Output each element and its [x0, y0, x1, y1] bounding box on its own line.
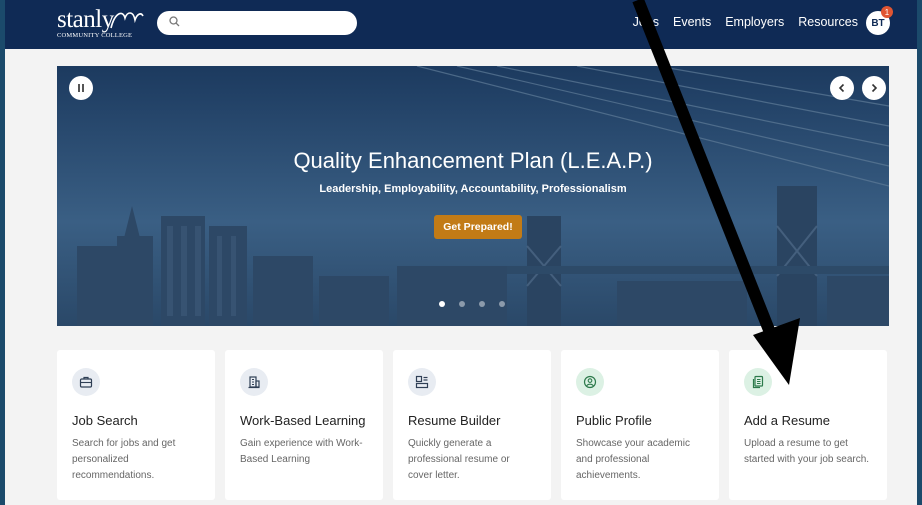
card-title: Resume Builder — [408, 413, 501, 428]
card-work-based-learning[interactable]: Work-Based Learning Gain experience with… — [225, 350, 383, 500]
card-title: Add a Resume — [744, 413, 830, 428]
card-description: Quickly generate a professional resume o… — [408, 438, 510, 481]
card-title: Job Search — [72, 413, 138, 428]
card-job-search[interactable]: Job Search Search for jobs and get perso… — [57, 350, 215, 500]
card-icon-wrap — [240, 368, 268, 396]
profile-icon — [583, 375, 597, 389]
hero-title: Quality Enhancement Plan (L.E.A.P.) — [293, 148, 653, 173]
nav-jobs[interactable]: Jobs — [633, 15, 659, 29]
card-icon-wrap — [408, 368, 436, 396]
logo-subtitle: Community College — [57, 32, 133, 39]
document-icon — [752, 375, 764, 389]
logo-swoosh-icon — [110, 12, 144, 29]
card-icon-wrap — [576, 368, 604, 396]
search-icon — [169, 16, 180, 27]
carousel-dot-2[interactable] — [459, 301, 465, 307]
card-title: Public Profile — [576, 413, 652, 428]
nav-employers[interactable]: Employers — [725, 15, 784, 29]
search-input[interactable] — [187, 13, 352, 33]
notification-badge[interactable]: 1 — [881, 6, 893, 18]
carousel-indicators — [439, 301, 505, 307]
get-prepared-button[interactable]: Get Prepared! — [434, 215, 522, 239]
card-description: Gain experience with Work-Based Learning — [240, 438, 363, 465]
city-bridge-background — [57, 66, 889, 326]
chevron-left-icon — [838, 83, 845, 93]
building-icon — [248, 376, 260, 389]
chevron-right-icon — [871, 83, 878, 93]
logo-wordmark: stanly — [57, 6, 114, 33]
top-navigation-bar: stanly Community College Jobs Events Emp… — [5, 0, 917, 49]
card-icon-wrap — [744, 368, 772, 396]
card-icon-wrap — [72, 368, 100, 396]
quick-links-cards: Job Search Search for jobs and get perso… — [57, 350, 887, 500]
nav-resources[interactable]: Resources — [798, 15, 858, 29]
next-slide-button[interactable] — [862, 76, 886, 100]
card-description: Upload a resume to get started with your… — [744, 438, 870, 465]
hero-subtitle: Leadership, Employability, Accountabilit… — [319, 183, 627, 195]
carousel-dot-3[interactable] — [479, 301, 485, 307]
nav-events[interactable]: Events — [673, 15, 711, 29]
hero-carousel: Quality Enhancement Plan (L.E.A.P.) Lead… — [57, 66, 889, 326]
pause-button[interactable] — [69, 76, 93, 100]
app-frame: stanly Community College Jobs Events Emp… — [5, 0, 917, 505]
card-description: Showcase your academic and professional … — [576, 438, 690, 481]
carousel-dot-4[interactable] — [499, 301, 505, 307]
card-add-resume[interactable]: Add a Resume Upload a resume to get star… — [729, 350, 887, 500]
resume-layout-icon — [415, 375, 429, 389]
card-public-profile[interactable]: Public Profile Showcase your academic an… — [561, 350, 719, 500]
briefcase-icon — [79, 376, 93, 388]
college-logo[interactable]: stanly Community College — [57, 6, 145, 40]
pause-icon — [78, 84, 84, 92]
carousel-dot-1[interactable] — [439, 301, 445, 307]
card-description: Search for jobs and get personalized rec… — [72, 438, 176, 481]
card-title: Work-Based Learning — [240, 413, 366, 428]
previous-slide-button[interactable] — [830, 76, 854, 100]
main-nav: Jobs Events Employers Resources — [633, 15, 858, 29]
card-resume-builder[interactable]: Resume Builder Quickly generate a profes… — [393, 350, 551, 500]
